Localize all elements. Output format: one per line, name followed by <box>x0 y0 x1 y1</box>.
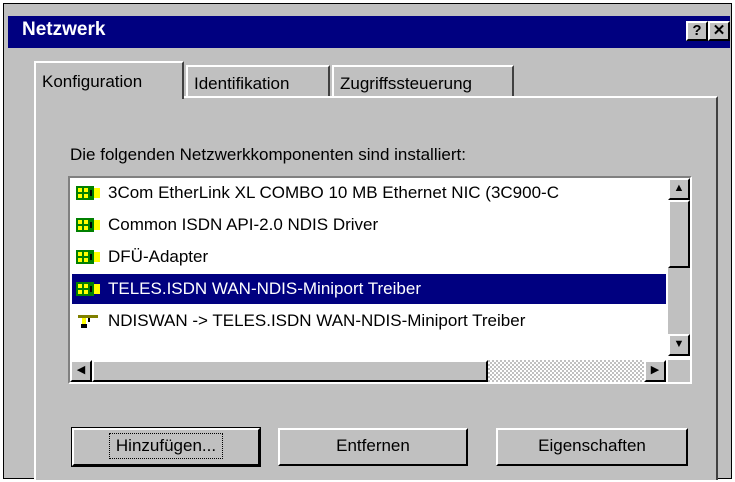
network-card-icon <box>76 250 100 264</box>
properties-button-label: Eigenschaften <box>538 436 646 455</box>
vertical-scroll-thumb[interactable] <box>668 200 690 268</box>
network-card-icon <box>76 186 100 200</box>
list-item[interactable]: 3Com EtherLink XL COMBO 10 MB Ethernet N… <box>72 178 666 208</box>
remove-button[interactable]: Entfernen <box>278 428 468 466</box>
network-card-icon <box>76 218 100 232</box>
tab-zugriffssteuerung[interactable]: Zugriffssteuerung <box>332 65 514 97</box>
add-button-label: Hinzufügen... <box>108 433 224 459</box>
list-item-label: NDISWAN -> TELES.ISDN WAN-NDIS-Miniport … <box>108 311 526 330</box>
add-button[interactable]: Hinzufügen... <box>71 427 261 467</box>
list-item-label: DFÜ-Adapter <box>108 247 209 266</box>
horizontal-scroll-thumb[interactable] <box>92 360 488 382</box>
network-card-icon <box>76 282 100 296</box>
help-button[interactable]: ? <box>686 21 708 41</box>
scroll-left-icon[interactable]: ◀ <box>70 360 92 382</box>
protocol-icon <box>78 315 98 328</box>
scroll-right-icon[interactable]: ▶ <box>644 360 666 382</box>
scroll-down-icon[interactable]: ▼ <box>668 334 690 356</box>
window-title: Netzwerk <box>22 19 106 40</box>
tab-label: Konfiguration <box>42 72 143 91</box>
scroll-up-icon[interactable]: ▲ <box>668 178 690 200</box>
tab-label: Zugriffssteuerung <box>340 74 472 93</box>
list-item[interactable]: Common ISDN API-2.0 NDIS Driver <box>72 210 666 240</box>
tab-identifikation[interactable]: Identifikation <box>186 65 330 97</box>
list-item-label: 3Com EtherLink XL COMBO 10 MB Ethernet N… <box>108 183 559 202</box>
scrollbar-corner <box>668 360 690 382</box>
remove-button-label: Entfernen <box>336 436 410 455</box>
tab-label: Identifikation <box>194 74 290 93</box>
components-label: Die folgenden Netzwerkkomponenten sind i… <box>70 145 466 164</box>
title-bar[interactable] <box>8 16 730 48</box>
tab-konfiguration[interactable]: Konfiguration <box>34 61 184 99</box>
components-listbox[interactable]: 3Com EtherLink XL COMBO 10 MB Ethernet N… <box>68 176 692 384</box>
close-button[interactable]: ✕ <box>708 21 730 41</box>
properties-button[interactable]: Eigenschaften <box>496 428 688 466</box>
horizontal-scrollbar[interactable]: ◀ ▶ <box>70 360 666 382</box>
list-item[interactable]: NDISWAN -> TELES.ISDN WAN-NDIS-Miniport … <box>72 306 666 336</box>
list-item-selected[interactable]: TELES.ISDN WAN-NDIS-Miniport Treiber <box>72 274 666 304</box>
list-item[interactable]: DFÜ-Adapter <box>72 242 666 272</box>
list-item-label: Common ISDN API-2.0 NDIS Driver <box>108 215 379 234</box>
vertical-scrollbar[interactable]: ▲ ▼ <box>668 178 690 356</box>
list-item-label: TELES.ISDN WAN-NDIS-Miniport Treiber <box>108 279 421 298</box>
